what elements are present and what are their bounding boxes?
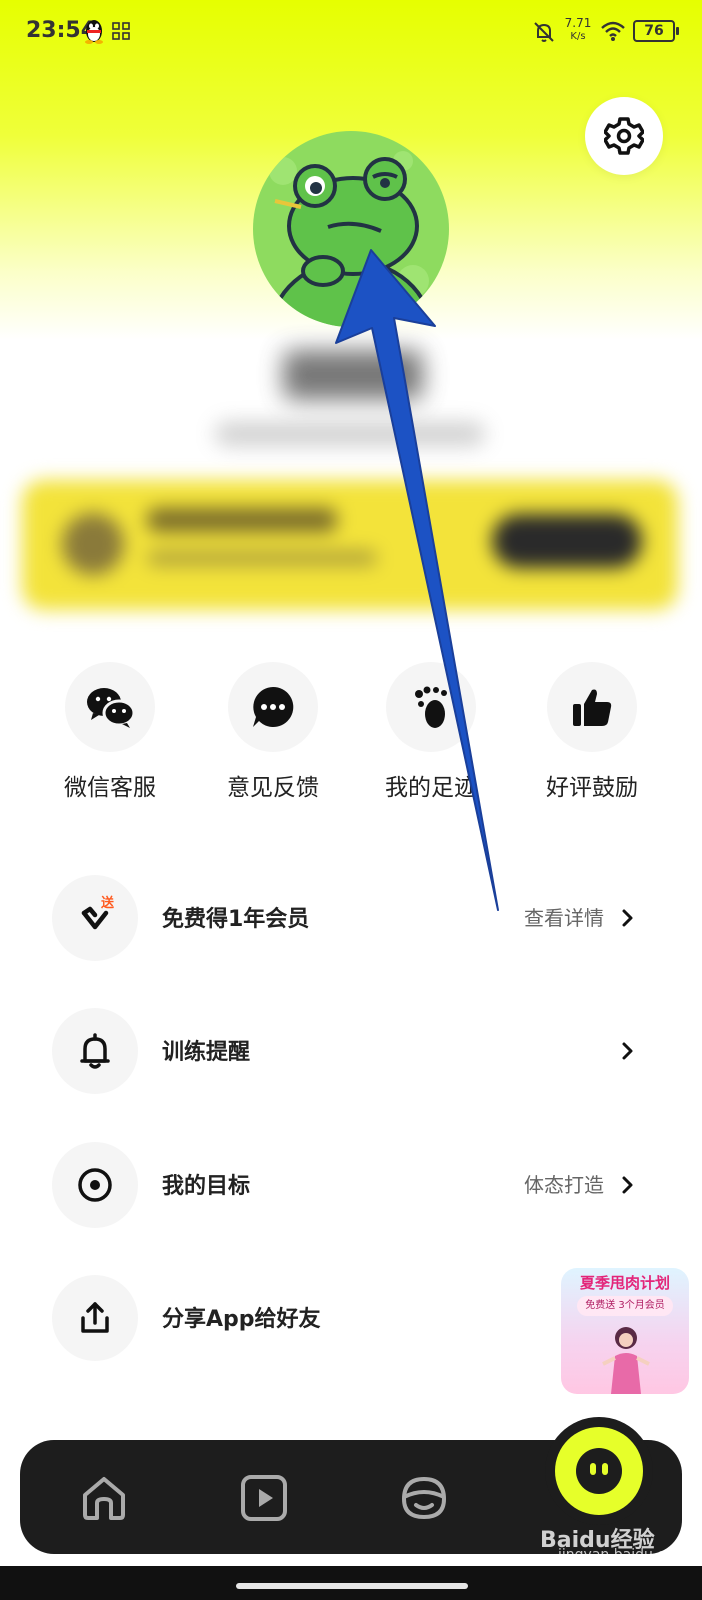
play-icon	[241, 1475, 287, 1521]
bell-off-icon	[534, 22, 554, 42]
chevron-right-icon	[622, 1176, 633, 1194]
footprint-icon	[386, 662, 476, 752]
wifi-icon	[601, 21, 625, 41]
vip-title-blurred	[147, 508, 337, 532]
battery-indicator: 76	[633, 20, 679, 42]
blurred-user-subtitle	[215, 422, 485, 446]
nav-video[interactable]	[236, 1470, 292, 1526]
network-speed-value: 7.71	[564, 16, 592, 30]
nav-community[interactable]	[396, 1470, 452, 1526]
profile-face-icon	[576, 1448, 622, 1494]
summer-promo-banner[interactable]: 夏季甩肉计划 免费送 3个月会员	[561, 1268, 689, 1394]
vip-action-button[interactable]	[492, 514, 642, 568]
target-icon	[52, 1142, 138, 1228]
network-speed: 7.71 K/s	[563, 16, 593, 44]
share-icon	[52, 1275, 138, 1361]
quick-action-label: 好评鼓励	[546, 775, 638, 801]
bell-icon	[52, 1008, 138, 1094]
quick-action-label: 意见反馈	[227, 775, 319, 801]
quick-action-label: 微信客服	[64, 775, 156, 801]
menu-item-title: 训练提醒	[162, 1040, 251, 1065]
menu-item-my-goal[interactable]: 我的目标 体态打造	[52, 1142, 652, 1228]
chevron-right-icon	[622, 1042, 633, 1060]
promo-title: 夏季甩肉计划	[579, 1274, 670, 1292]
quick-action-wechat-service[interactable]: 微信客服	[45, 662, 175, 802]
quick-action-footprint[interactable]: 我的足迹	[366, 662, 496, 802]
home-indicator[interactable]	[236, 1583, 468, 1589]
menu-item-value: 查看详情	[524, 906, 604, 930]
gift-heart-icon: 送	[52, 875, 138, 961]
qq-icon	[85, 20, 103, 44]
menu-item-title: 免费得1年会员	[162, 907, 310, 932]
blurred-username	[283, 350, 423, 400]
user-avatar[interactable]	[253, 131, 449, 327]
promo-figure-image	[602, 1327, 650, 1394]
nav-profile-active[interactable]	[555, 1427, 643, 1515]
menu-item-free-membership[interactable]: 送 免费得1年会员 查看详情	[52, 875, 652, 961]
status-bar: 23:54 7.71 K/s 76	[0, 0, 702, 62]
quick-action-label: 我的足迹	[385, 775, 477, 801]
quick-action-rate-app[interactable]: 好评鼓励	[527, 662, 657, 802]
menu-item-title: 我的目标	[162, 1174, 251, 1199]
frog-avatar-image	[253, 131, 449, 327]
wechat-icon	[65, 662, 155, 752]
vip-badge	[62, 513, 124, 575]
qr-grid-icon	[112, 22, 130, 40]
thumbs-up-icon	[547, 662, 637, 752]
chevron-right-icon	[622, 909, 633, 927]
gift-badge-text: 送	[100, 895, 115, 911]
menu-item-title: 分享App给好友	[162, 1307, 321, 1332]
vip-desc-blurred	[147, 550, 377, 566]
community-icon	[401, 1476, 447, 1520]
network-speed-unit: K/s	[570, 31, 586, 42]
nav-home[interactable]	[76, 1470, 132, 1526]
home-icon	[83, 1477, 125, 1520]
watermark-url: jingyan.baidu.com	[558, 1547, 688, 1563]
chat-bubble-icon	[228, 662, 318, 752]
menu-item-value: 体态打造	[524, 1173, 604, 1197]
menu-item-training-reminder[interactable]: 训练提醒	[52, 1008, 652, 1094]
gear-icon	[604, 117, 644, 155]
quick-action-feedback[interactable]: 意见反馈	[208, 662, 338, 802]
settings-button[interactable]	[585, 97, 663, 175]
promo-subtitle: 免费送 3个月会员	[577, 1296, 673, 1316]
vip-membership-card[interactable]	[22, 480, 678, 610]
